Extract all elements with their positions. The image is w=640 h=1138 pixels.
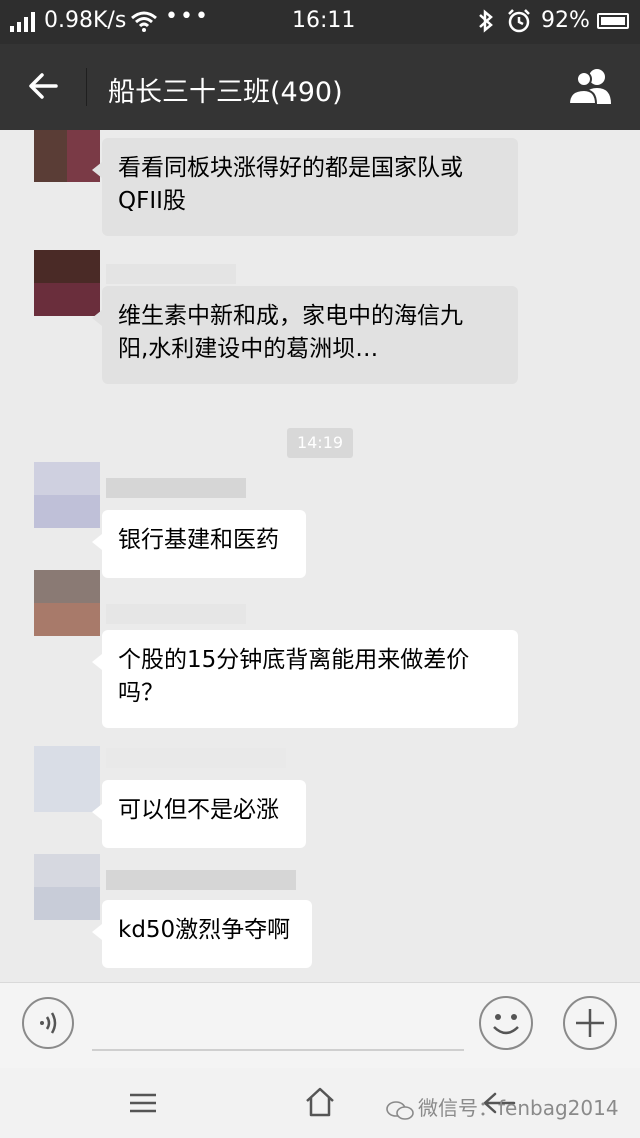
clock: 16:11 [292,8,356,33]
back-arrow-icon[interactable] [26,66,66,106]
message-bubble[interactable]: kd50激烈争夺啊 [92,900,312,968]
chat-header: 船长三十三班(490) [0,44,640,130]
wifi-icon [131,11,157,32]
avatar[interactable] [34,570,100,636]
message-bubble[interactable]: 看看同板块涨得好的都是国家队或 QFII股 [92,138,518,236]
home-icon[interactable] [304,1086,336,1118]
message-bubble[interactable]: 个股的15分钟底背离能用来做差价 吗？ [92,630,518,728]
message-text: 可以但不是必涨 [118,797,279,823]
emoji-icon[interactable] [478,995,534,1051]
message-text: 看看同板块涨得好的都是国家队或 [118,155,463,181]
message-bubble[interactable]: 银行基建和医药 [92,510,306,578]
message-text: 银行基建和医药 [118,527,279,553]
watermark: 微信号：fenbag2014 [386,1092,619,1121]
sender-name [106,264,236,284]
chat-messages[interactable]: 看看同板块涨得好的都是国家队或 QFII股 维生素中新和成，家电中的海信九 阳,… [0,130,640,982]
message-text: 阳,水利建设中的葛洲坝… [118,336,379,362]
message-text: QFII股 [118,188,186,214]
sender-name [106,748,286,768]
watermark-text: 微信号：fenbag2014 [418,1096,619,1120]
wechat-logo-icon [386,1100,414,1120]
input-bar [0,982,640,1069]
group-members-icon[interactable] [566,66,616,106]
network-speed: 0.98K/s [44,8,127,33]
more-dots-icon: ••• [165,4,210,29]
message-input[interactable] [92,1049,464,1051]
bluetooth-icon [479,9,493,33]
status-bar: 0.98K/s ••• 16:11 92% [0,0,640,44]
message-text: 个股的15分钟底背离能用来做差价 [118,647,470,673]
sender-name [106,604,246,624]
header-divider [86,68,87,106]
signal-icon [10,12,35,32]
menu-icon[interactable] [128,1092,158,1114]
alarm-icon [508,9,530,33]
message-text: 吗？ [118,680,164,706]
avatar[interactable] [34,462,100,528]
voice-icon[interactable] [22,997,74,1049]
message-bubble[interactable]: 维生素中新和成，家电中的海信九 阳,水利建设中的葛洲坝… [92,286,518,384]
plus-icon[interactable] [562,995,618,1051]
battery-icon [597,13,629,29]
battery-percent: 92% [541,8,590,33]
message-text: 维生素中新和成，家电中的海信九 [118,303,463,329]
avatar[interactable] [34,746,100,812]
avatar[interactable] [34,130,100,182]
message-bubble[interactable]: 可以但不是必涨 [92,780,306,848]
sender-name [106,478,246,498]
message-text: kd50激烈争夺啊 [118,917,291,943]
avatar[interactable] [34,854,100,920]
chat-title: 船长三十三班(490) [108,77,343,108]
message-timestamp: 14:19 [287,428,353,458]
sender-name [106,870,296,890]
avatar[interactable] [34,250,100,316]
